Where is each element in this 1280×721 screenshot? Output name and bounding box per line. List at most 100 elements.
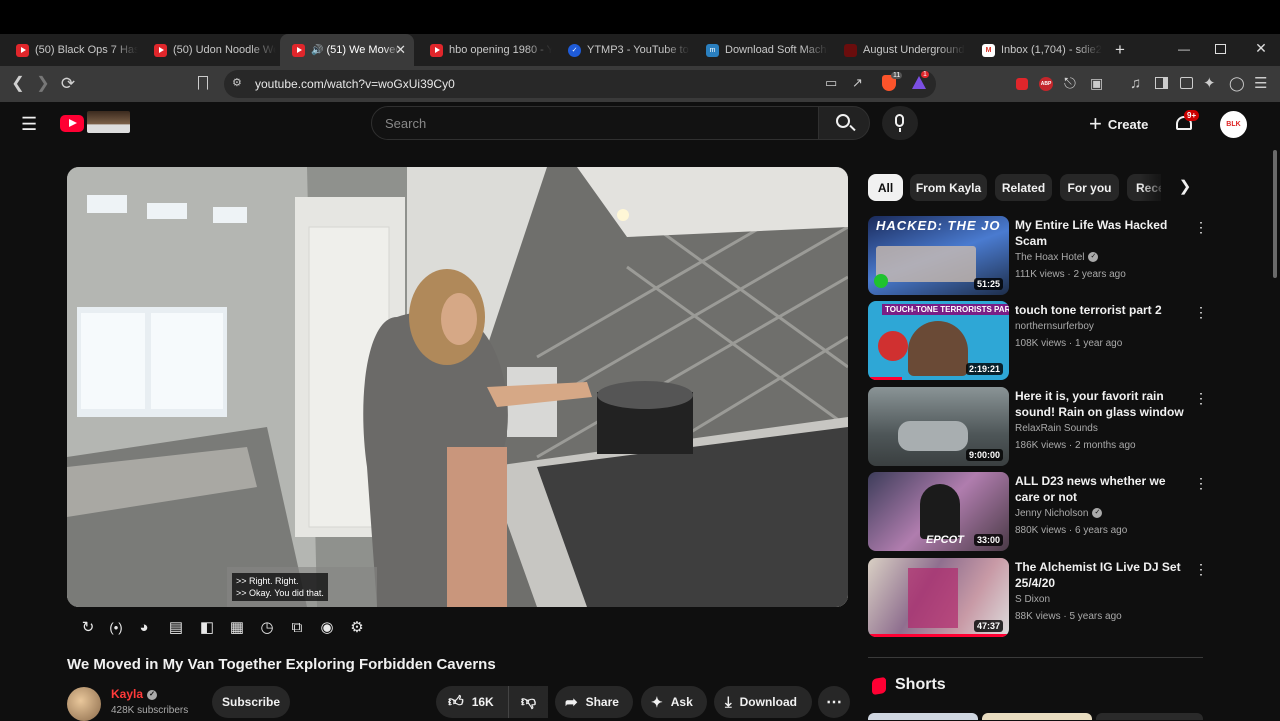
recommendation-channel[interactable]: northernsurferboy (1015, 321, 1094, 332)
maximize-icon[interactable] (1215, 44, 1226, 54)
extensions-icon[interactable]: ⎋ (1064, 75, 1076, 92)
more-vertical-icon[interactable]: ⋮ (1194, 391, 1208, 405)
video-thumbnail[interactable]: EPCOT 33:00 (868, 472, 1009, 551)
more-vertical-icon[interactable]: ⋮ (1194, 305, 1208, 319)
ask-button[interactable]: ✦ Ask (641, 686, 707, 718)
extension-red-icon[interactable] (1016, 78, 1028, 90)
subscribe-button[interactable]: Subscribe (212, 686, 290, 718)
more-vertical-icon[interactable]: ⋮ (1194, 562, 1208, 576)
theater-mode-icon[interactable]: ▦ (227, 618, 247, 638)
share-button[interactable]: ➦ Share (555, 686, 633, 718)
chip-for-you[interactable]: For you (1060, 174, 1119, 201)
tab-6[interactable]: m Download Soft Machi (694, 34, 828, 66)
search-input[interactable]: Search (385, 116, 426, 131)
rewards-count: 1 (921, 71, 929, 78)
wallet-icon[interactable] (1180, 77, 1193, 89)
recommendation-channel[interactable]: RelaxRain Sounds (1015, 423, 1098, 434)
recommendation-channel[interactable]: Jenny Nicholson ✓ (1015, 508, 1103, 519)
tab-1[interactable]: (50) Black Ops 7 Has E (4, 34, 138, 66)
recommendation-item[interactable]: EPCOT 33:00 ALL D23 news whether we care… (868, 472, 1208, 552)
short-thumbnail-3[interactable] (1096, 713, 1203, 720)
video-thumbnail[interactable]: TOUCH-TONE TERRORISTS PART 2 2:19:21 (868, 301, 1009, 380)
tab-8[interactable]: M Inbox (1,704) - sdie2 (970, 34, 1104, 66)
rotate-icon[interactable]: ⧉ (287, 618, 307, 638)
leo-ai-icon[interactable]: ✦ (1203, 74, 1216, 92)
adblock-plus-icon[interactable]: ABP (1039, 77, 1053, 91)
minimize-icon[interactable]: — (1176, 42, 1192, 56)
avatar[interactable]: BLK (1220, 111, 1247, 138)
chevron-right-icon[interactable]: ❯ (1176, 177, 1194, 197)
youtube-logo[interactable] (60, 115, 84, 132)
create-button[interactable]: + Create (1089, 113, 1148, 135)
search-button[interactable] (818, 106, 870, 140)
tab-4[interactable]: hbo opening 1980 - Y (418, 34, 552, 66)
recommendation-item[interactable]: TOUCH-TONE TERRORISTS PART 2 2:19:21 tou… (868, 301, 1208, 381)
recommendation-channel[interactable]: S Dixon (1015, 594, 1050, 605)
video-thumbnail[interactable]: 47:37 (868, 558, 1009, 637)
close-window-icon[interactable]: ✕ (1254, 40, 1268, 57)
voice-search-button[interactable] (882, 106, 918, 140)
cast-icon[interactable]: ▭ (825, 75, 837, 91)
hamburger-menu-icon[interactable]: ☰ (21, 114, 37, 135)
recommendation-title[interactable]: touch tone terrorist part 2 (1015, 302, 1185, 318)
video-title: We Moved in My Van Together Exploring Fo… (67, 656, 496, 673)
notifications-button[interactable]: 9+ (1175, 110, 1200, 135)
vpn-icon[interactable]: ◯ (1229, 75, 1245, 92)
chip-related[interactable]: Related (995, 174, 1052, 201)
chip-all[interactable]: All (868, 174, 903, 201)
site-settings-icon[interactable]: ⚙ (232, 76, 242, 89)
new-tab-icon[interactable]: + (1111, 40, 1129, 60)
url-bar[interactable]: ⚙ youtube.com/watch?v=woGxUi39Cy0 ▭ ↗ 11… (224, 70, 936, 98)
reload-icon[interactable]: ⟳ (58, 74, 78, 94)
tab-2[interactable]: (50) Udon Noodle We (142, 34, 276, 66)
screenshot-capture-icon[interactable]: ◉ (317, 618, 337, 638)
recommendation-title[interactable]: Here it is, your favorit rain sound! Rai… (1015, 388, 1185, 420)
recommendation-channel[interactable]: The Hoax Hotel ✓ (1015, 252, 1099, 263)
video-player[interactable]: >> Right. Right. >> Okay. You did that. (67, 167, 848, 607)
doodle-logo[interactable] (87, 111, 130, 133)
share-label: Share (585, 695, 619, 709)
tab-7[interactable]: August Underground (832, 34, 966, 66)
forward-icon[interactable]: ❯ (33, 74, 53, 94)
close-tab-icon[interactable]: ✕ (395, 42, 406, 58)
more-vertical-icon[interactable]: ⋮ (1194, 476, 1208, 490)
chip-from-kayla[interactable]: From Kayla (910, 174, 987, 201)
more-vertical-icon[interactable]: ⋮ (1194, 220, 1208, 234)
short-thumbnail-2[interactable] (982, 713, 1092, 720)
popup-player-icon[interactable]: ◧ (197, 618, 217, 638)
tab-label: August Underground (863, 44, 965, 56)
loop-icon[interactable]: ↻ (78, 618, 98, 638)
settings-icon[interactable]: ⚙ (347, 618, 367, 638)
recommendation-title[interactable]: ALL D23 news whether we care or not (1015, 473, 1185, 505)
download-button[interactable]: ⤓ Download (714, 686, 812, 718)
back-icon[interactable]: ❮ (8, 74, 28, 94)
video-thumbnail[interactable]: 9:00:00 (868, 387, 1009, 466)
recommendation-title[interactable]: The Alchemist IG Live DJ Set 25/4/20 (1015, 559, 1185, 591)
dislike-button[interactable]: 👎︎ (508, 686, 548, 718)
menu-icon[interactable]: ☰ (1254, 74, 1267, 92)
share-page-icon[interactable]: ↗ (852, 75, 863, 91)
page-scrollbar[interactable] (1273, 150, 1277, 278)
tab-label: (51) We Moved (326, 44, 402, 56)
channel-name[interactable]: Kayla ✓ (111, 687, 158, 701)
thumbnail-badge (874, 274, 888, 288)
recommendation-item[interactable]: 47:37 The Alchemist IG Live DJ Set 25/4/… (868, 558, 1208, 638)
audio-mode-icon[interactable]: (•) (106, 618, 126, 638)
media-icon[interactable]: ♫ (1130, 75, 1141, 92)
speed-icon[interactable]: ◷ (257, 618, 277, 638)
cinema-mode-icon[interactable]: ▤ (166, 618, 186, 638)
more-actions-button[interactable]: ⋯ (818, 686, 850, 718)
short-thumbnail-1[interactable] (868, 713, 978, 720)
bookmark-icon[interactable] (198, 76, 208, 90)
screenshot-icon[interactable]: ▣ (1090, 75, 1103, 92)
video-thumbnail[interactable]: HACKED: THE JOURNEY 51:25 (868, 216, 1009, 295)
sidebar-icon[interactable] (1155, 77, 1168, 89)
recommendation-item[interactable]: 9:00:00 Here it is, your favorit rain so… (868, 387, 1208, 467)
channel-avatar[interactable] (67, 687, 101, 721)
recommendation-title[interactable]: My Entire Life Was Hacked Scam (1015, 217, 1185, 249)
recommendation-item[interactable]: HACKED: THE JOURNEY 51:25 My Entire Life… (868, 216, 1208, 296)
hide-video-icon[interactable]: ◕ (134, 618, 154, 638)
tab-5[interactable]: ✓ YTMP3 - YouTube to M (556, 34, 690, 66)
search-box[interactable]: Search (371, 106, 819, 140)
tab-active[interactable]: 🔊 (51) We Moved ✕ (280, 34, 414, 66)
